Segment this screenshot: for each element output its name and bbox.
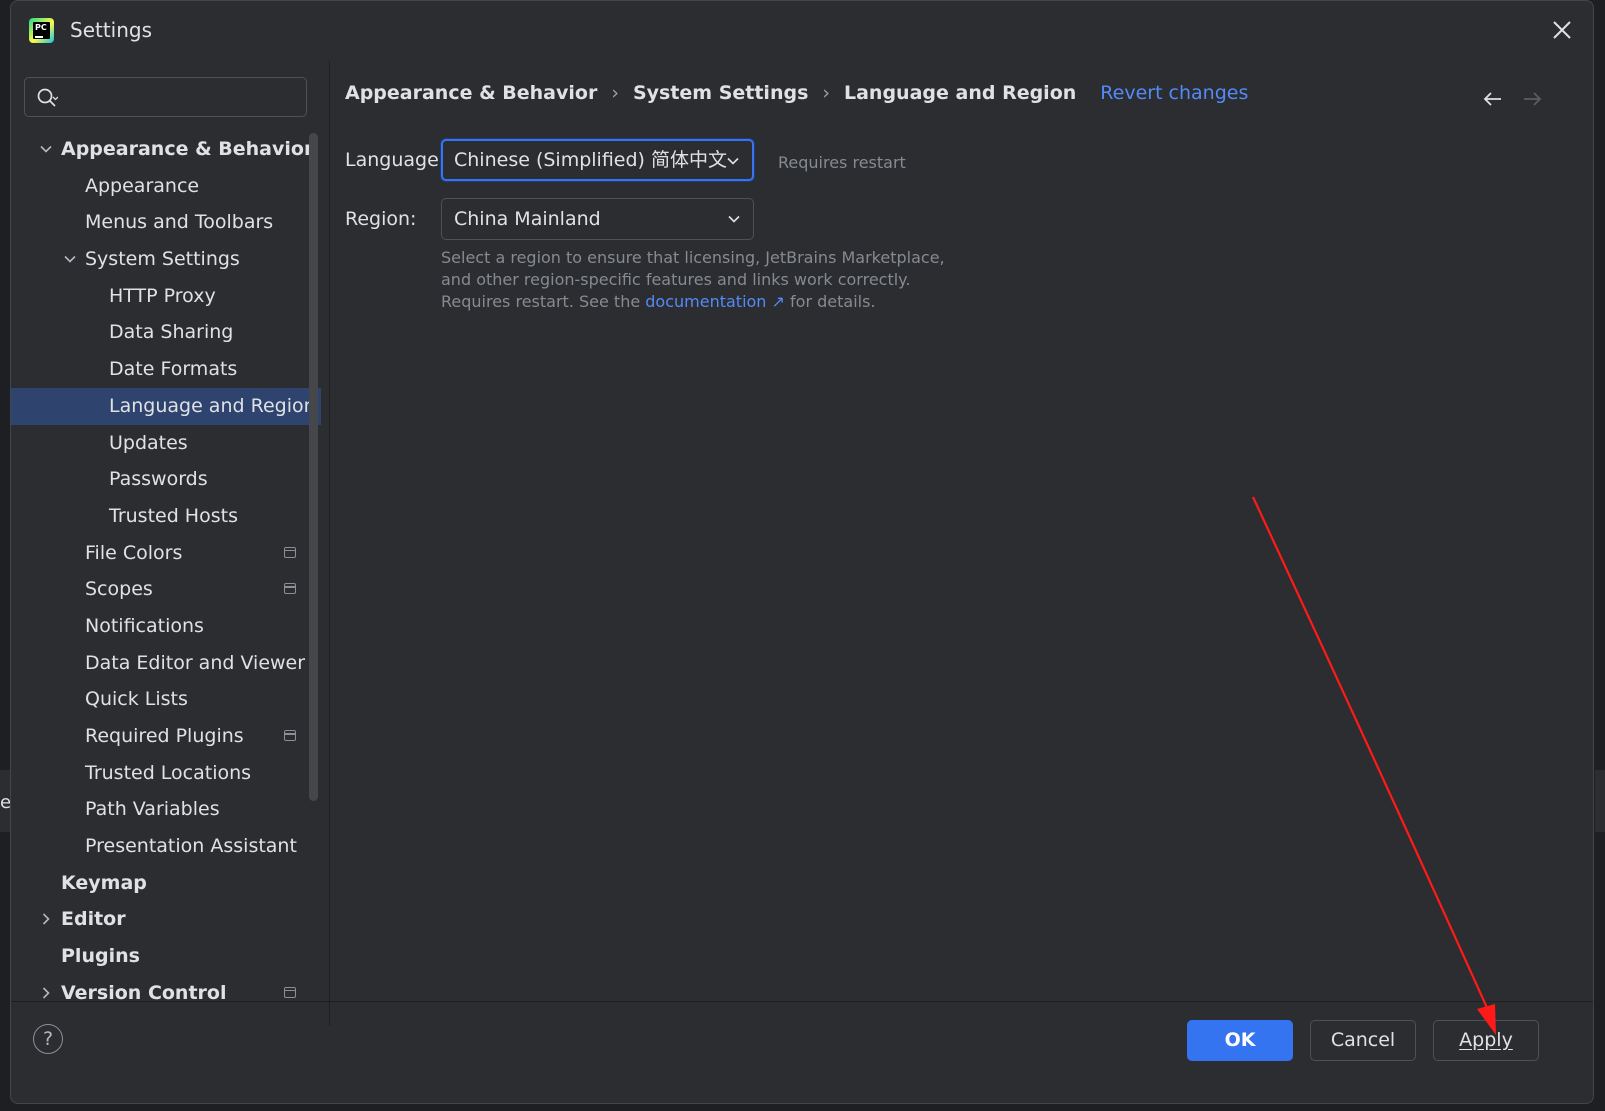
project-level-icon	[284, 583, 296, 595]
breadcrumb-item[interactable]: System Settings	[633, 82, 808, 104]
language-label: Language:	[345, 149, 446, 171]
close-icon	[1553, 21, 1571, 39]
project-level-icon	[284, 730, 296, 741]
background-window: e	[0, 770, 11, 832]
project-level-icon	[284, 986, 296, 998]
breadcrumb-separator: ›	[611, 81, 619, 104]
sidebar-item-label: Quick Lists	[85, 688, 188, 711]
pycharm-logo-icon: PC	[29, 18, 54, 43]
sidebar-item[interactable]: Scopes	[11, 571, 321, 608]
sidebar-item-label: Updates	[109, 431, 188, 454]
sidebar-item[interactable]: Menus and Toolbars	[11, 204, 321, 241]
region-dropdown[interactable]: China Mainland	[441, 198, 754, 240]
sidebar-item[interactable]: Date Formats	[11, 351, 321, 388]
sidebar-item[interactable]: Quick Lists	[11, 681, 321, 718]
dialog-footer: ? OK Cancel Apply	[11, 1001, 1593, 1104]
chevron-down-icon[interactable]	[63, 252, 77, 266]
back-arrow-icon[interactable]	[1481, 87, 1505, 111]
ok-button[interactable]: OK	[1187, 1020, 1293, 1061]
sidebar-item-label: Data Sharing	[109, 321, 234, 344]
sidebar-item-label: Data Editor and Viewer	[85, 651, 306, 674]
language-value: Chinese (Simplified) 简体中文	[454, 149, 727, 171]
help-text-end: for details.	[790, 292, 876, 311]
sidebar-item-label: Passwords	[109, 468, 208, 491]
sidebar-item-label: Keymap	[61, 871, 147, 894]
cancel-button[interactable]: Cancel	[1310, 1020, 1416, 1061]
sidebar-item[interactable]: Notifications	[11, 608, 321, 645]
region-label: Region:	[345, 208, 417, 230]
title-bar: PC Settings	[11, 1, 1593, 61]
sidebar-item-label: Appearance & Behavior	[61, 138, 314, 160]
sidebar-item-label: File Colors	[85, 541, 183, 564]
sidebar-scrollbar[interactable]	[309, 133, 318, 801]
chevron-right-icon[interactable]	[39, 912, 53, 926]
sidebar-item[interactable]: HTTP Proxy	[11, 278, 321, 315]
sidebar-item[interactable]: Language and Region	[11, 387, 321, 425]
search-box[interactable]	[24, 77, 307, 117]
sidebar-item[interactable]: Passwords	[11, 461, 321, 498]
breadcrumb-item[interactable]: Appearance & Behavior	[345, 82, 597, 104]
sidebar-item[interactable]: Keymap	[11, 865, 321, 902]
breadcrumb: Appearance & Behavior › System Settings › La…	[345, 81, 1248, 109]
sidebar-item[interactable]: Editor	[11, 901, 321, 938]
window-title: Settings	[70, 18, 153, 42]
sidebar-item-label: Path Variables	[85, 798, 220, 821]
search-icon	[37, 88, 58, 107]
region-help-text: Select a region to ensure that licensing…	[441, 247, 961, 313]
sidebar-item[interactable]: Trusted Locations	[11, 755, 321, 792]
apply-button[interactable]: Apply	[1433, 1020, 1539, 1061]
sidebar-item-label: Trusted Locations	[85, 761, 252, 784]
close-button[interactable]	[1549, 17, 1575, 43]
sidebar-item-label: Notifications	[85, 614, 204, 637]
sidebar-item[interactable]: File Colors	[11, 535, 321, 572]
sidebar-item[interactable]: System Settings	[11, 241, 321, 278]
help-button[interactable]: ?	[33, 1024, 63, 1054]
settings-sidebar: Appearance & Behavior Appearance Menus and…	[11, 61, 330, 1026]
settings-tree: Appearance & Behavior Appearance Menus and…	[11, 131, 321, 1012]
sidebar-item[interactable]: Data Editor and Viewer	[11, 645, 321, 682]
sidebar-item-label: Required Plugins	[85, 725, 244, 747]
sidebar-item[interactable]: Plugins	[11, 938, 321, 975]
sidebar-item-label: Editor	[61, 908, 126, 931]
documentation-link[interactable]: documentation ↗	[645, 292, 785, 311]
chevron-down-icon	[728, 215, 740, 223]
chevron-right-icon[interactable]	[39, 986, 53, 1000]
search-input[interactable]	[69, 84, 298, 112]
background-window-right	[1595, 770, 1605, 832]
sidebar-item[interactable]: Required Plugins	[11, 718, 321, 755]
sidebar-item-label: System Settings	[85, 248, 240, 271]
forward-arrow-icon[interactable]	[1520, 87, 1544, 111]
sidebar-item-label: Presentation Assistant	[85, 835, 297, 858]
requires-restart-hint: Requires restart	[778, 153, 906, 172]
chevron-down-icon	[727, 157, 739, 165]
language-dropdown[interactable]: Chinese (Simplified) 简体中文	[441, 139, 754, 181]
sidebar-item[interactable]: Presentation Assistant	[11, 828, 321, 865]
sidebar-item-label: Language and Region	[109, 394, 316, 417]
breadcrumb-item-current: Language and Region	[844, 81, 1077, 104]
revert-changes-link[interactable]: Revert changes	[1100, 82, 1248, 104]
sidebar-item[interactable]: Appearance	[11, 168, 321, 205]
sidebar-item[interactable]: Trusted Hosts	[11, 498, 321, 535]
project-level-icon	[284, 546, 296, 558]
sidebar-item-label: Plugins	[61, 945, 140, 968]
sidebar-item-label: Scopes	[85, 578, 153, 601]
sidebar-item[interactable]: Updates	[11, 425, 321, 462]
sidebar-item[interactable]: Data Sharing	[11, 314, 321, 351]
sidebar-item[interactable]: Path Variables	[11, 791, 321, 828]
chevron-down-icon[interactable]	[39, 142, 53, 156]
sidebar-item[interactable]: Appearance & Behavior	[11, 131, 321, 168]
settings-dialog: PC Settings Appearance & Behavior Appeara…	[10, 0, 1594, 1104]
settings-content: Appearance & Behavior › System Settings › La…	[331, 61, 1593, 1001]
sidebar-item-label: Appearance	[85, 174, 200, 197]
breadcrumb-separator: ›	[822, 81, 830, 104]
region-value: China Mainland	[454, 208, 601, 230]
sidebar-item-label: HTTP Proxy	[109, 284, 216, 307]
sidebar-item-label: Trusted Hosts	[109, 504, 238, 527]
sidebar-item-label: Date Formats	[109, 358, 238, 381]
sidebar-item-label: Menus and Toolbars	[85, 211, 274, 234]
